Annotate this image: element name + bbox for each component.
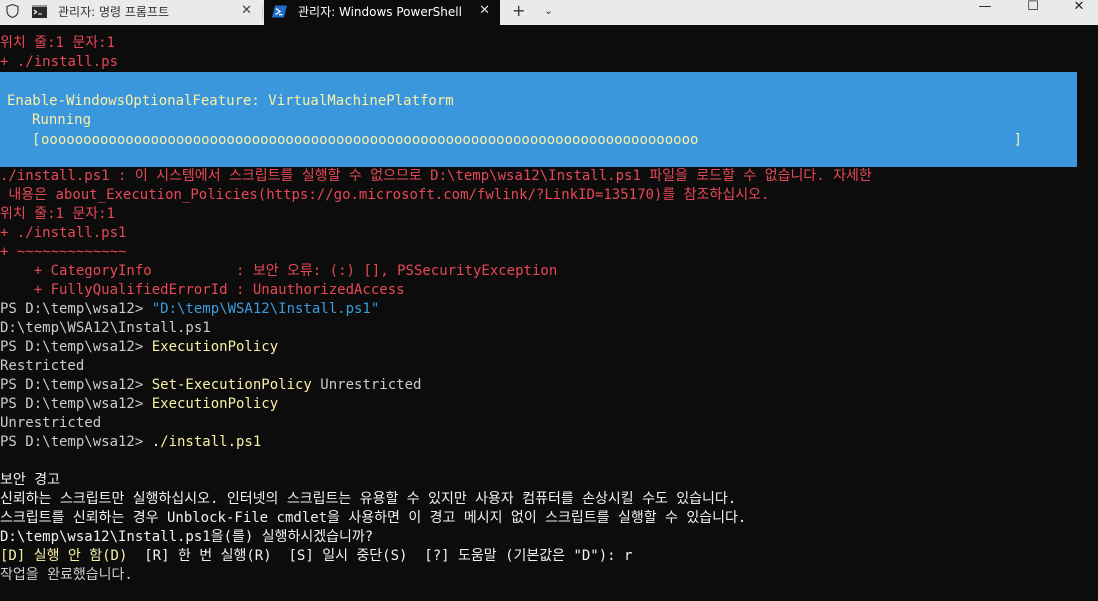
progress-bar-close: ] [1013, 132, 1022, 148]
error-position-line: 위치 줄:1 문자:1 [0, 206, 115, 222]
cmd-icon [32, 5, 47, 18]
completion-message: 작업을 완료했습니다. [0, 567, 133, 583]
user-answer[interactable]: r [624, 548, 632, 564]
new-tab-button[interactable]: + [512, 1, 525, 21]
security-warning-text: 스크립트를 신뢰하는 경우 Unblock-File cmdlet을 사용하면 … [0, 510, 747, 526]
close-tab-icon[interactable]: ✕ [241, 3, 252, 19]
prompt-line: PS D:\temp\wsa12> ./install.ps1 [0, 433, 261, 452]
error-position-line: 위치 줄:1 문자:1 [0, 35, 115, 51]
tab-windows-powershell[interactable]: 관리자: Windows PowerShell ✕ [264, 0, 500, 25]
minimize-button[interactable]: — [962, 0, 1008, 14]
security-warning-question: D:\temp\wsa12\Install.ps1을(를) 실행하시겠습니까? [0, 529, 374, 545]
close-tab-icon[interactable]: ✕ [479, 3, 490, 19]
default-choice: [D] 실행 안 함(D) [0, 548, 128, 564]
error-message-line: ./install.ps1 : 이 시스템에서 스크립트를 실행할 수 없으므로… [0, 168, 872, 184]
chevron-down-icon[interactable]: ⌄ [544, 1, 553, 21]
prompt-line: PS D:\temp\wsa12> ExecutionPolicy [0, 338, 278, 357]
progress-bar-open: [ [32, 132, 41, 148]
security-warning-title: 보안 경고 [0, 472, 60, 488]
choice-prompt: [D] 실행 안 함(D) [R] 한 번 실행(R) [S] 일시 중단(S)… [0, 547, 632, 566]
maximize-button[interactable]: ☐ [1010, 0, 1056, 14]
progress-bar: [ oooooooooooooooooooooooooooooooooooooo… [32, 131, 1022, 150]
tab-command-prompt[interactable]: 관리자: 명령 프롬프트 ✕ [24, 0, 262, 25]
command: ./install.ps1 [151, 434, 262, 450]
prompt: PS D:\temp\wsa12> [0, 339, 152, 355]
prompt: PS D:\temp\wsa12> [0, 377, 152, 393]
command: ExecutionPolicy [151, 339, 279, 355]
security-warning-text: 신뢰하는 스크립트만 실행하십시오. 인터넷의 스크립트는 유용할 수 있지만 … [0, 491, 737, 507]
error-fully-qualified-id: + FullyQualifiedErrorId : UnauthorizedAc… [0, 282, 405, 298]
tab-label: 관리자: Windows PowerShell [298, 5, 462, 19]
prompt-line: PS D:\temp\wsa12> Set-ExecutionPolicy Un… [0, 376, 421, 395]
tab-separator [262, 5, 263, 20]
error-command-line: + ./install.ps [0, 54, 119, 70]
error-category-info: + CategoryInfo : 보안 오류: (:) [], PSSecuri… [0, 263, 558, 279]
prompt-line: PS D:\temp\wsa12> ExecutionPolicy [0, 395, 278, 414]
tab-label: 관리자: 명령 프롬프트 [58, 5, 170, 19]
shield-icon [6, 4, 19, 18]
powershell-icon [272, 5, 287, 18]
error-command-line: + ./install.ps1 [0, 225, 127, 241]
other-choices: [R] 한 번 실행(R) [S] 일시 중단(S) [?] 도움말 (기본값은… [127, 548, 625, 564]
command-string: "D:\temp\WSA12\Install.ps1" [151, 301, 380, 317]
powershell-window: 관리자: 명령 프롬프트 ✕ 관리자: Windows PowerShell ✕… [0, 0, 1098, 601]
error-underline: + ~~~~~~~~~~~~~ [0, 244, 127, 260]
prompt: PS D:\temp\wsa12> [0, 301, 152, 317]
prompt-line: PS D:\temp\wsa12> "D:\temp\WSA12\Install… [0, 300, 379, 319]
command-argument: Unrestricted [311, 377, 422, 393]
progress-status: Running [32, 112, 92, 128]
progress-bar-fill: oooooooooooooooooooooooooooooooooooooooo… [41, 132, 699, 148]
command-output: Restricted [0, 358, 85, 374]
error-message-line: 내용은 about_Execution_Policies(https://go.… [0, 187, 770, 203]
command: Set-ExecutionPolicy [151, 377, 312, 393]
close-window-button[interactable]: ✕ [1056, 0, 1098, 14]
progress-activity: Enable-WindowsOptionalFeature: VirtualMa… [7, 93, 454, 109]
command-output: Unrestricted [0, 415, 102, 431]
progress-panel: Enable-WindowsOptionalFeature: VirtualMa… [0, 72, 1077, 167]
command-output: D:\temp\WSA12\Install.ps1 [0, 320, 211, 336]
title-bar: 관리자: 명령 프롬프트 ✕ 관리자: Windows PowerShell ✕… [0, 0, 1098, 25]
prompt: PS D:\temp\wsa12> [0, 396, 152, 412]
command: ExecutionPolicy [151, 396, 279, 412]
prompt: PS D:\temp\wsa12> [0, 434, 152, 450]
